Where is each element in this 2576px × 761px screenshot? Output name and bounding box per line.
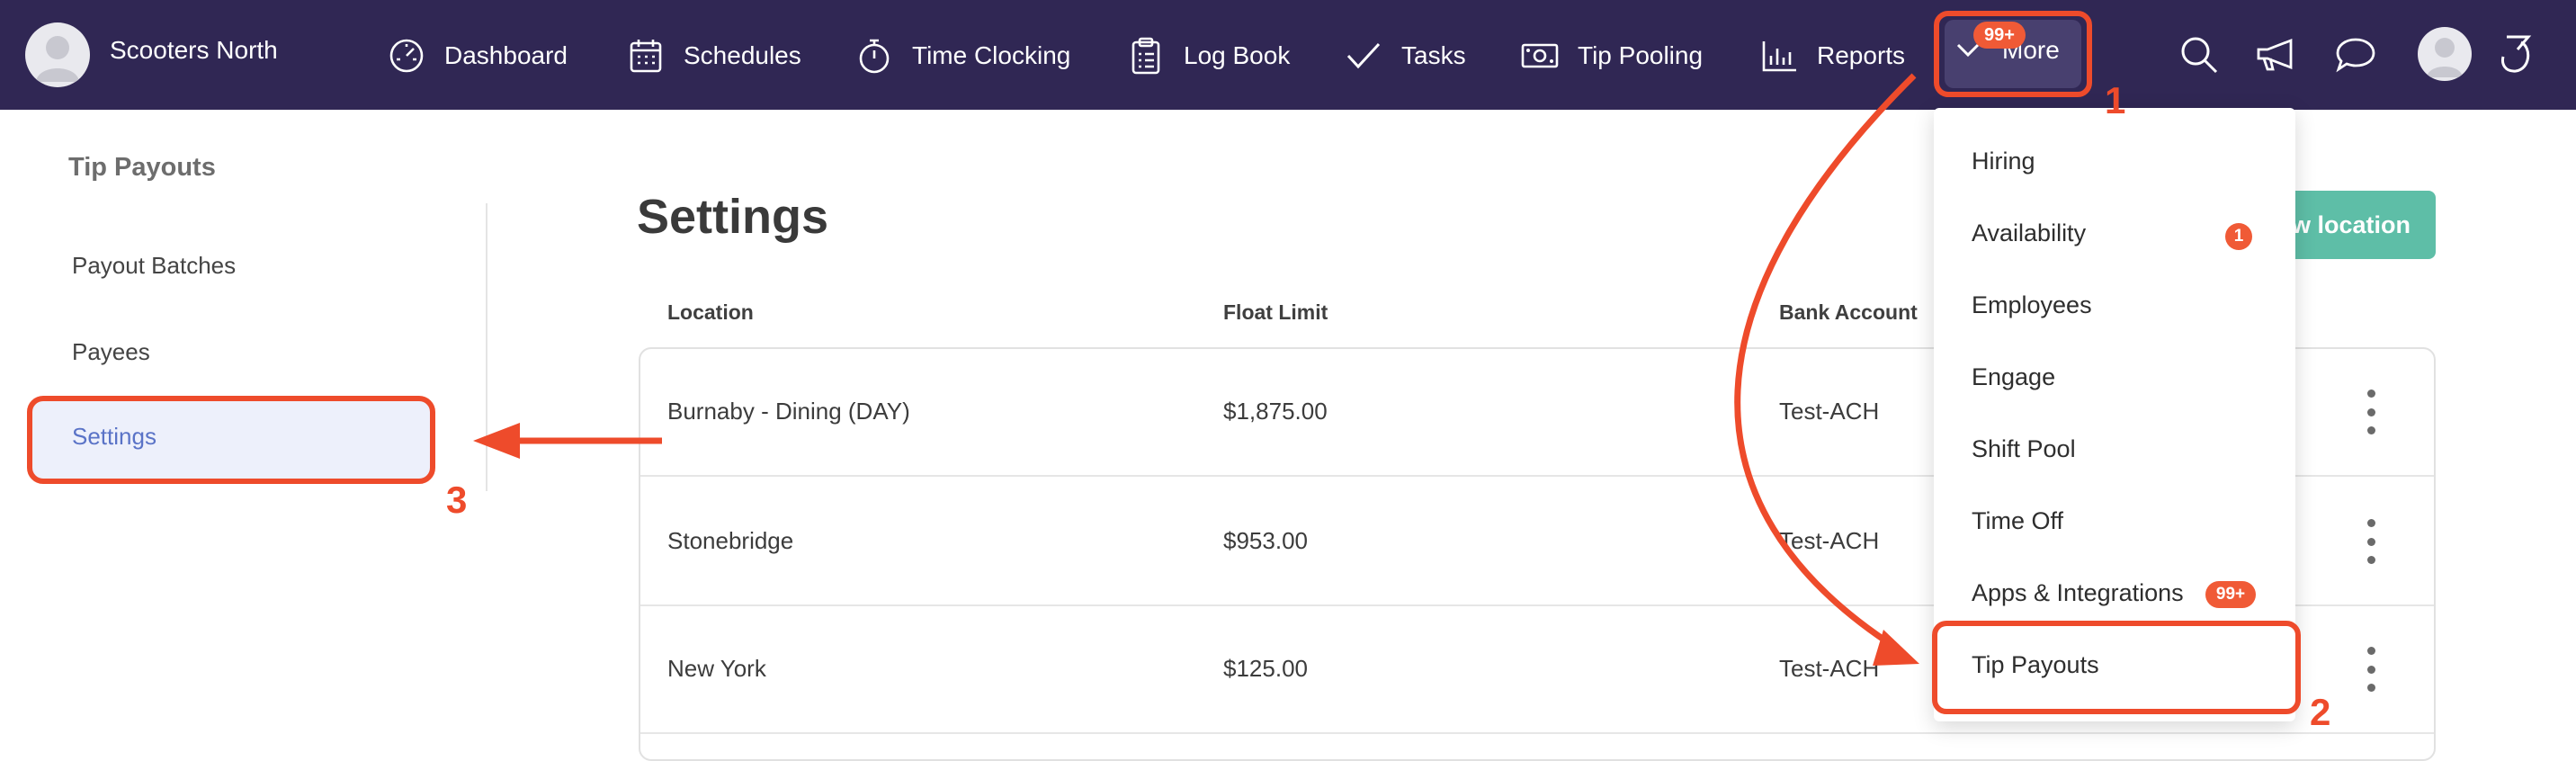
annotation-step-2: 2 xyxy=(2310,691,2331,733)
arrow-head-icon xyxy=(473,423,520,459)
annotation-step-1: 1 xyxy=(2105,79,2126,121)
annotation-step-3: 3 xyxy=(446,479,468,521)
annotation-arrows xyxy=(473,73,1919,666)
arrow-more-to-tip-payouts xyxy=(1734,73,1917,650)
